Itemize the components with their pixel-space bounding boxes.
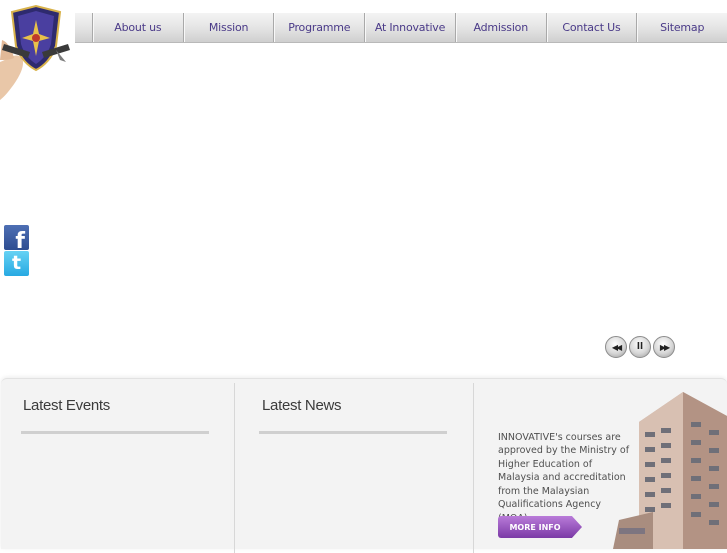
college-logo[interactable] xyxy=(0,0,72,102)
nav-item-sitemap[interactable]: Sitemap xyxy=(637,13,727,42)
nav-item-contact-us[interactable]: Contact Us xyxy=(547,13,638,42)
column-divider xyxy=(234,383,235,553)
nav-left-cap xyxy=(75,13,93,42)
nav-item-at-innovative[interactable]: At Innovative xyxy=(365,13,456,42)
pause-icon[interactable]: ll xyxy=(629,336,651,358)
fast-forward-icon[interactable]: ▶▶ xyxy=(653,336,675,358)
latest-events-title: Latest Events xyxy=(23,397,110,414)
facebook-icon[interactable]: f xyxy=(4,225,29,254)
more-info-button[interactable]: MORE INFO xyxy=(498,516,582,538)
accreditation-text: INNOVATIVE's courses are approved by the… xyxy=(498,431,630,525)
nav-item-programme[interactable]: Programme xyxy=(274,13,366,42)
column-divider xyxy=(473,383,474,553)
main-nav: About us Mission Programme At Innovative… xyxy=(75,13,727,43)
nav-item-about-us[interactable]: About us xyxy=(93,13,184,42)
rewind-icon[interactable]: ◀◀ xyxy=(605,336,627,358)
bottom-panel: Latest Events Latest News INNOVATIVE's c… xyxy=(1,378,727,553)
nav-item-admission[interactable]: Admission xyxy=(456,13,547,42)
latest-events-divider xyxy=(21,431,209,434)
twitter-icon[interactable]: t xyxy=(4,251,29,276)
latest-news-divider xyxy=(259,431,447,434)
nav-item-mission[interactable]: Mission xyxy=(184,13,275,42)
latest-news-title: Latest News xyxy=(262,397,342,414)
